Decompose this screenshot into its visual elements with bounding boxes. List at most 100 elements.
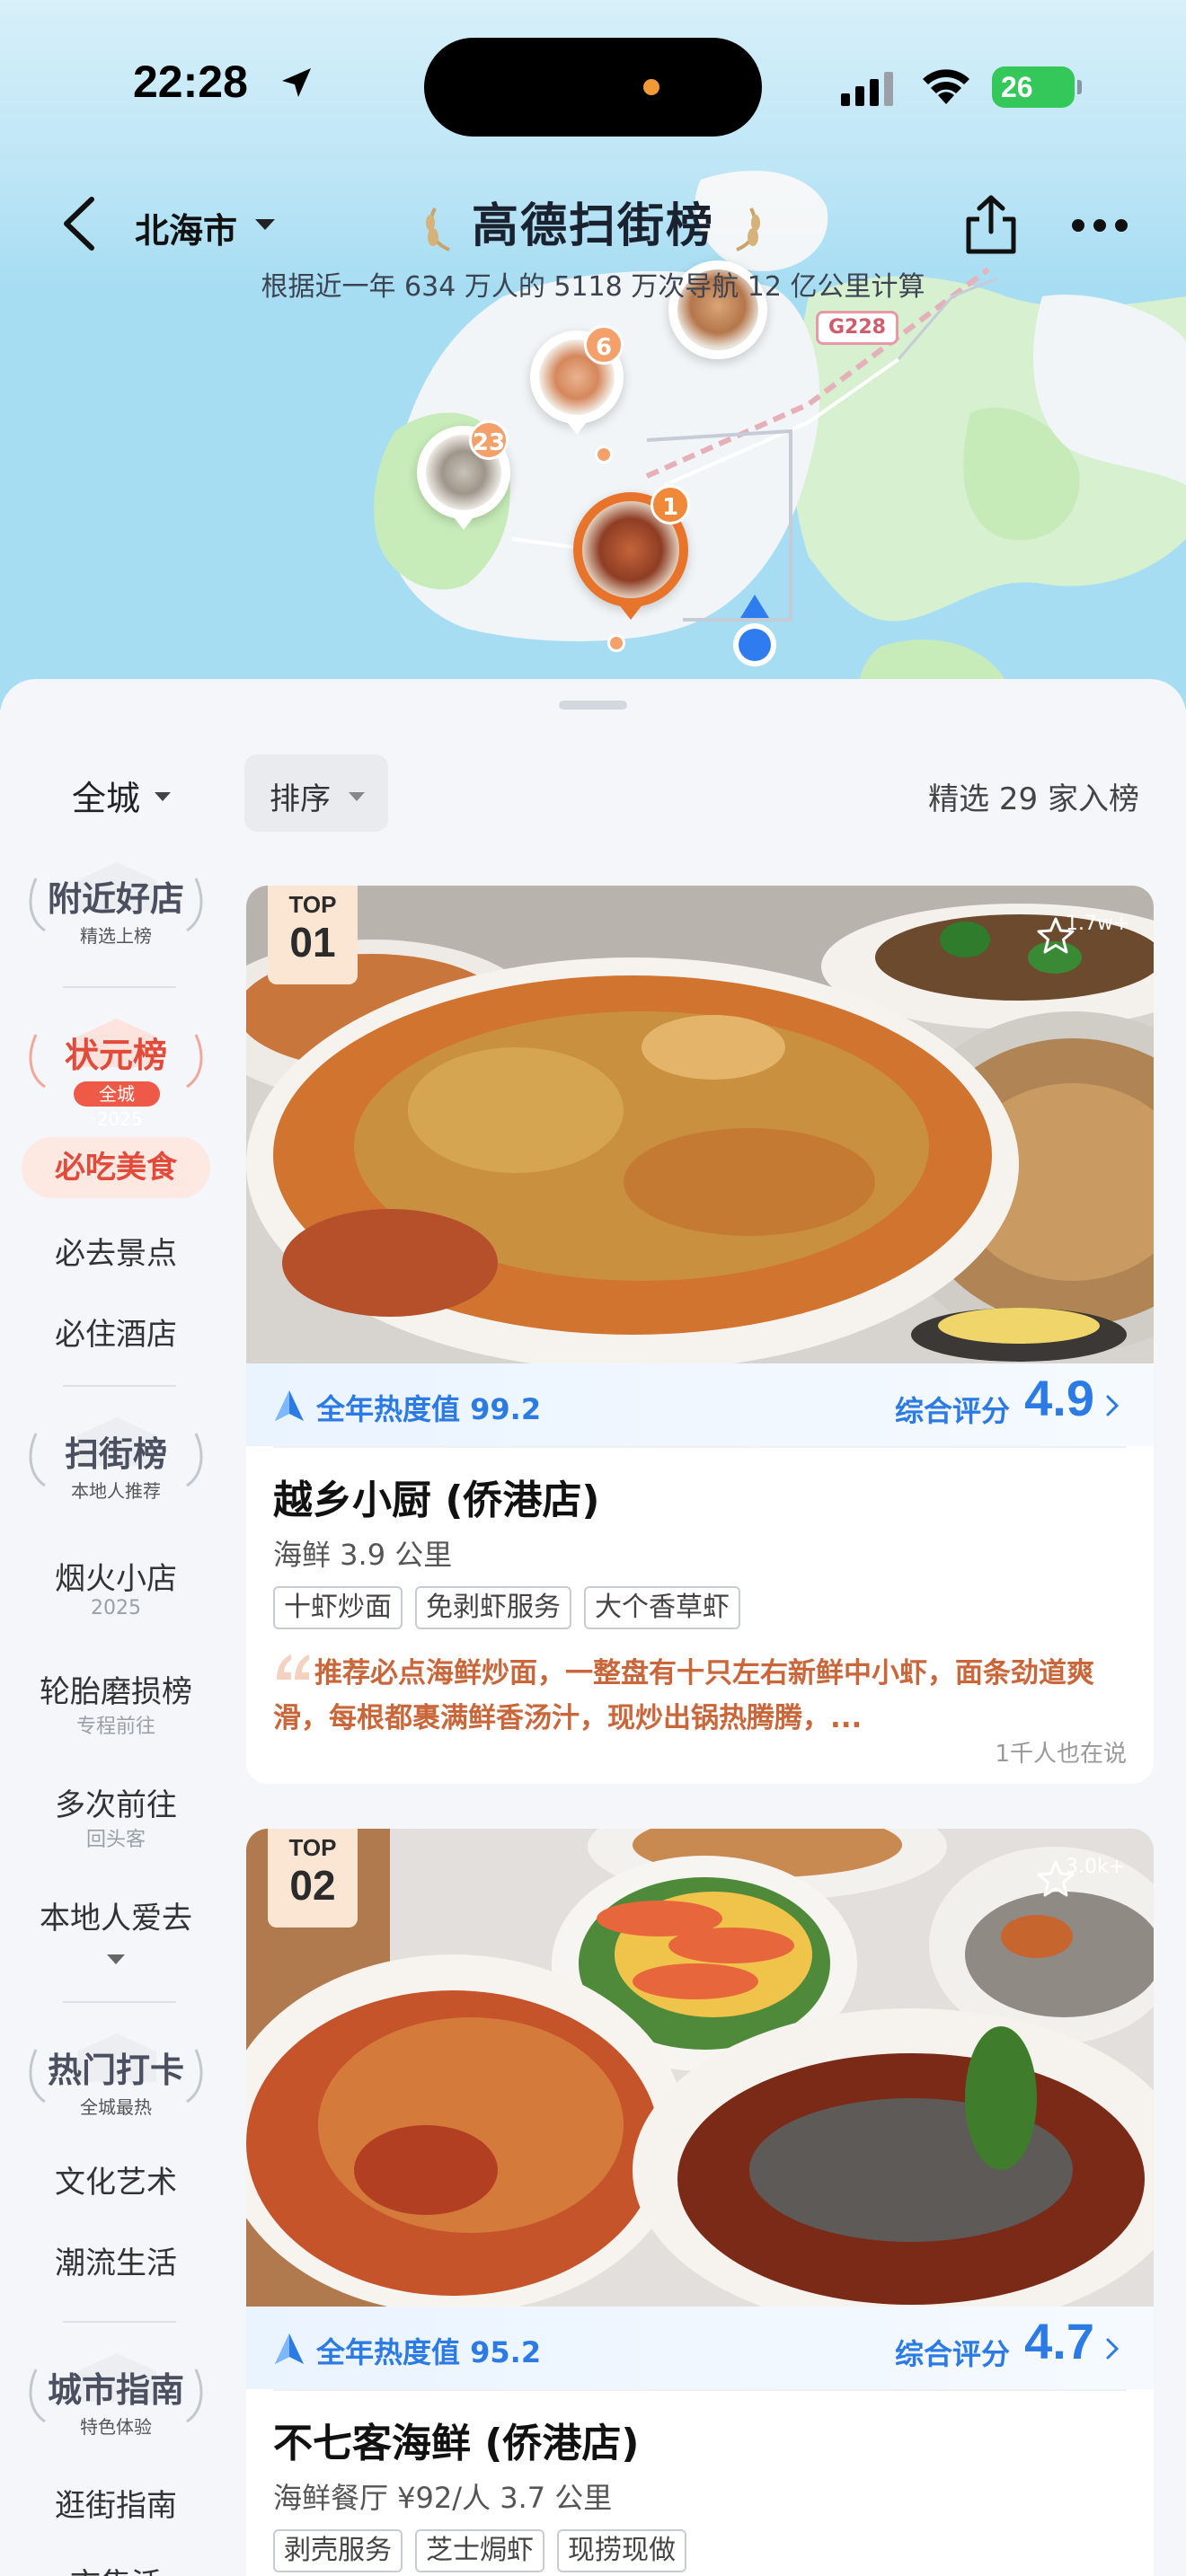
tag-list: 剥壳服务 芝士焗虾 现捞现做 bbox=[273, 2529, 686, 2572]
rank-badge-label: TOP bbox=[288, 891, 337, 918]
dynamic-island bbox=[424, 38, 762, 137]
pin-tail bbox=[618, 604, 643, 620]
caret-down-icon[interactable] bbox=[155, 792, 171, 801]
road-label: G228 bbox=[816, 311, 898, 345]
feature-tag: 芝士焗虾 bbox=[415, 2529, 544, 2572]
location-arrow-icon bbox=[282, 68, 311, 97]
featured-review[interactable]: 推荐必点海鲜炒面，一整盘有十只左右新鲜中小虾，面条劲道爽滑，每根都裹满鲜香汤汁，… bbox=[273, 1651, 1118, 1741]
map-view[interactable]: G228 6 23 1 22:28 26 北海市 高德扫街榜 根据近一年 634… bbox=[0, 0, 1186, 710]
sidebar-divider bbox=[63, 2001, 176, 2003]
map-dot[interactable] bbox=[595, 446, 613, 463]
caret-down-icon[interactable] bbox=[255, 219, 275, 230]
score-label: 综合评分 bbox=[894, 2337, 1010, 2371]
pin-tail bbox=[564, 419, 589, 435]
sidebar-item-sub: 回头客 bbox=[85, 1829, 146, 1851]
pin-tail bbox=[451, 514, 476, 530]
restaurant-photo[interactable]: TOP 02 3.0k+ bbox=[246, 1829, 1154, 2307]
sidebar-item-sub: 2025 bbox=[91, 1597, 141, 1619]
laurel-right-icon bbox=[186, 1034, 203, 1089]
result-count: 精选 29 家入榜 bbox=[928, 781, 1139, 817]
sidebar-divider bbox=[63, 986, 176, 988]
chevron-right-icon bbox=[1106, 2338, 1120, 2360]
navigation-arrow-icon bbox=[275, 1390, 304, 1421]
sidebar-item-culture-art[interactable]: 文化艺术 bbox=[22, 2157, 210, 2201]
rank-number: 01 bbox=[289, 919, 336, 966]
feature-tag: 十虾炒面 bbox=[273, 1586, 403, 1629]
battery-indicator: 26 bbox=[992, 66, 1082, 108]
laurel-right-icon bbox=[186, 1433, 203, 1487]
pin-rank-badge: 1 bbox=[651, 485, 690, 525]
sidebar-item-trendy-life[interactable]: 潮流生活 bbox=[22, 2238, 210, 2282]
share-icon[interactable] bbox=[961, 192, 1021, 257]
restaurant-meta: 海鲜 3.9 公里 bbox=[273, 1538, 453, 1572]
laurel-left-icon bbox=[426, 207, 450, 251]
sidebar-item-must-stay[interactable]: 必住酒店 bbox=[22, 1310, 210, 1354]
sidebar-section-subtitle: 全城·2025 bbox=[74, 1081, 160, 1130]
sidebar-item-fireworks-shops[interactable]: 烟火小店 bbox=[22, 1554, 210, 1598]
review-mentions[interactable]: 1千人也在说 bbox=[995, 1735, 1127, 1769]
rank-badge-label: TOP bbox=[288, 1834, 337, 1861]
restaurant-card[interactable]: TOP 02 3.0k+ 全年热度值 95.2 综合评分 4.7 不七客海鲜 (… bbox=[246, 1829, 1154, 2576]
annual-heat-value: 全年热度值 95.2 bbox=[316, 2335, 542, 2369]
page-title: 高德扫街榜 bbox=[471, 199, 714, 253]
sidebar-nearby-header[interactable]: 附近好店 精选上榜 bbox=[22, 860, 210, 968]
sidebar-item-must-visit[interactable]: 必去景点 bbox=[22, 1229, 210, 1273]
sidebar-item-market[interactable]: 市集活 bbox=[22, 2560, 210, 2576]
restaurant-meta: 海鲜餐厅 ¥92/人 3.7 公里 bbox=[273, 2481, 613, 2515]
island-indicator bbox=[643, 79, 659, 95]
favorite-count: 1.7w+ bbox=[1066, 913, 1130, 935]
sidebar-hot-header[interactable]: 热门打卡 全城最热 bbox=[22, 2032, 210, 2139]
sidebar-divider bbox=[63, 1385, 176, 1387]
heat-score-row[interactable]: 全年热度值 95.2 综合评分 4.7 bbox=[246, 2307, 1154, 2389]
sort-button[interactable]: 排序 bbox=[244, 754, 388, 832]
food-photo-illustration bbox=[246, 1829, 1154, 2307]
rank-badge: TOP 02 bbox=[268, 1829, 358, 1928]
card-divider bbox=[273, 2389, 1127, 2391]
restaurant-photo[interactable]: TOP 01 1.7w+ bbox=[246, 886, 1154, 1363]
laurel-right-icon bbox=[186, 2369, 203, 2423]
heat-score-row[interactable]: 全年热度值 99.2 综合评分 4.9 bbox=[246, 1363, 1154, 1446]
sort-label: 排序 bbox=[270, 781, 331, 817]
cellular-signal-icon bbox=[841, 72, 893, 106]
rank-badge: TOP 01 bbox=[268, 886, 358, 984]
tag-list: 十虾炒面 免剥虾服务 大个香草虾 bbox=[273, 1586, 740, 1629]
overall-score: 4.7 bbox=[1024, 2313, 1094, 2369]
sidebar-item-must-eat[interactable]: 必吃美食 bbox=[22, 1137, 210, 1198]
area-filter[interactable]: 全城 bbox=[72, 771, 140, 820]
annual-heat-value: 全年热度值 99.2 bbox=[316, 1392, 542, 1426]
feature-tag: 大个香草虾 bbox=[584, 1586, 740, 1629]
sidebar-guide-header[interactable]: 城市指南 特色体验 bbox=[22, 2351, 210, 2459]
ranking-basis-text: 根据近一年 634 万人的 5118 万次导航 12 亿公里计算 bbox=[261, 271, 925, 303]
rank-number: 02 bbox=[289, 1862, 336, 1909]
laurel-right-icon bbox=[186, 878, 203, 932]
score-label: 综合评分 bbox=[894, 1394, 1010, 1428]
current-location-marker bbox=[733, 595, 776, 666]
back-chevron-icon[interactable] bbox=[58, 194, 102, 253]
sidebar-item-shopping-guide[interactable]: 逛街指南 bbox=[22, 2481, 210, 2525]
sidebar-divider bbox=[63, 2321, 176, 2323]
laurel-right-icon bbox=[186, 2049, 203, 2104]
wifi-icon bbox=[923, 69, 969, 104]
page-title-logo: 高德扫街榜 bbox=[422, 192, 764, 260]
restaurant-card[interactable]: TOP 01 1.7w+ 全年热度值 99.2 综合评分 4.9 越乡小厨 (侨… bbox=[246, 886, 1154, 1784]
pin-rank-badge: 6 bbox=[584, 325, 624, 365]
map-dot[interactable] bbox=[607, 634, 625, 652]
more-icon[interactable] bbox=[1071, 216, 1128, 235]
restaurant-name[interactable]: 越乡小厨 (侨港店) bbox=[273, 1468, 600, 1525]
sidebar-street-header[interactable]: 扫街榜 本地人推荐 bbox=[22, 1416, 210, 1523]
expand-caret-icon[interactable] bbox=[107, 1954, 125, 1964]
favorite-count: 3.0k+ bbox=[1066, 1856, 1126, 1878]
sidebar-item-tire-wear[interactable]: 轮胎磨损榜 bbox=[22, 1667, 210, 1711]
feature-tag: 现捞现做 bbox=[557, 2529, 686, 2572]
city-selector[interactable]: 北海市 bbox=[135, 203, 237, 252]
sidebar-champion-header[interactable]: 状元榜 全城·2025 bbox=[22, 1017, 210, 1130]
card-divider bbox=[273, 1446, 1127, 1448]
sidebar-item-locals-love[interactable]: 本地人爱去 bbox=[22, 1893, 210, 1937]
caret-down-icon bbox=[349, 792, 365, 801]
food-photo-illustration bbox=[246, 886, 1154, 1363]
feature-tag: 免剥虾服务 bbox=[415, 1586, 571, 1629]
restaurant-name[interactable]: 不七客海鲜 (侨港店) bbox=[273, 2411, 640, 2468]
status-time: 22:28 bbox=[133, 57, 248, 107]
sheet-grabber[interactable] bbox=[559, 701, 627, 710]
sidebar-item-repeat-visits[interactable]: 多次前往 bbox=[22, 1780, 210, 1824]
